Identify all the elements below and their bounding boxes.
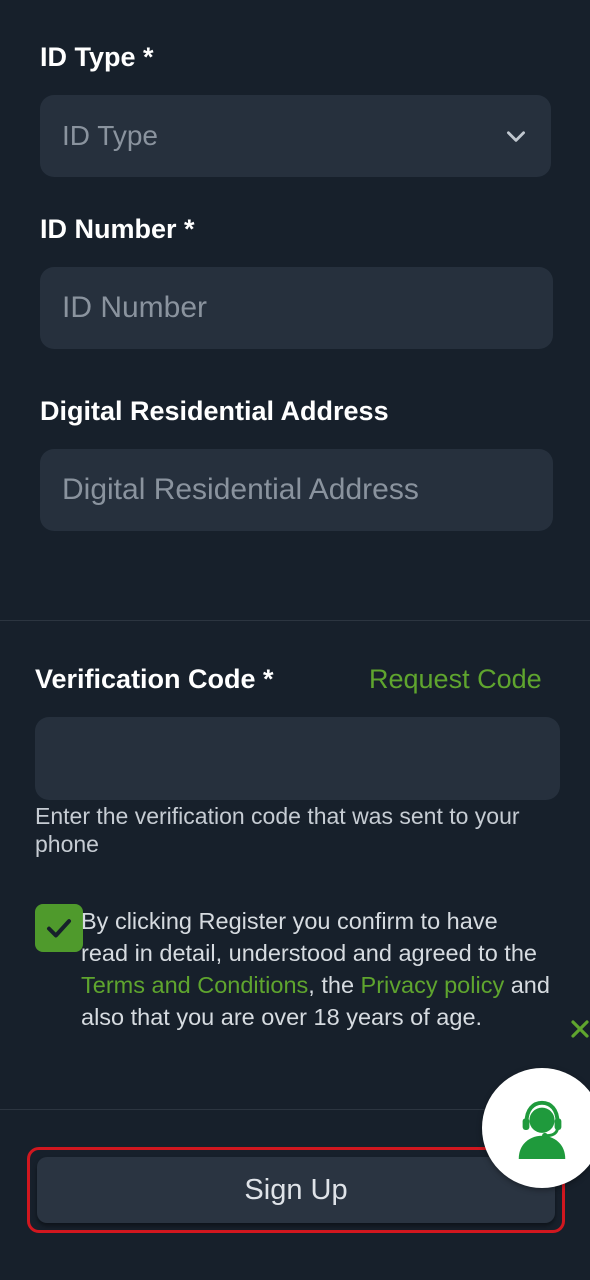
consent-checkbox[interactable] <box>35 904 83 952</box>
support-agent-icon <box>518 1100 566 1159</box>
support-chat-button[interactable] <box>482 1068 590 1188</box>
id-number-input[interactable] <box>40 267 553 349</box>
terms-link[interactable]: Terms and Conditions <box>81 972 308 998</box>
chevron-down-icon <box>507 131 525 142</box>
checkmark-icon <box>47 919 71 938</box>
address-label: Digital Residential Address <box>40 396 389 426</box>
privacy-link[interactable]: Privacy policy <box>361 972 505 998</box>
signup-highlight: Sign Up <box>27 1147 565 1233</box>
consent-text: By clicking Register you confirm to have… <box>81 905 551 1033</box>
verification-code-input[interactable] <box>35 717 560 800</box>
signup-button[interactable]: Sign Up <box>37 1157 555 1223</box>
consent-text-part-2: , the <box>308 972 361 998</box>
address-field[interactable] <box>40 449 553 531</box>
id-type-select[interactable]: ID Type <box>40 95 551 177</box>
address-input[interactable] <box>40 449 553 531</box>
id-number-label: ID Number * <box>40 214 195 244</box>
section-divider <box>0 620 590 621</box>
verification-code-label: Verification Code * <box>35 664 274 694</box>
verification-helper-text: Enter the verification code that was sen… <box>35 803 520 857</box>
request-code-link[interactable]: Request Code <box>369 664 542 695</box>
id-type-placeholder: ID Type <box>62 120 158 151</box>
close-icon[interactable] <box>568 1017 590 1041</box>
consent-text-part-1: By clicking Register you confirm to have… <box>81 908 537 966</box>
verification-code-field[interactable] <box>35 717 560 800</box>
id-number-field[interactable] <box>40 267 553 349</box>
id-type-label: ID Type * <box>40 42 154 72</box>
